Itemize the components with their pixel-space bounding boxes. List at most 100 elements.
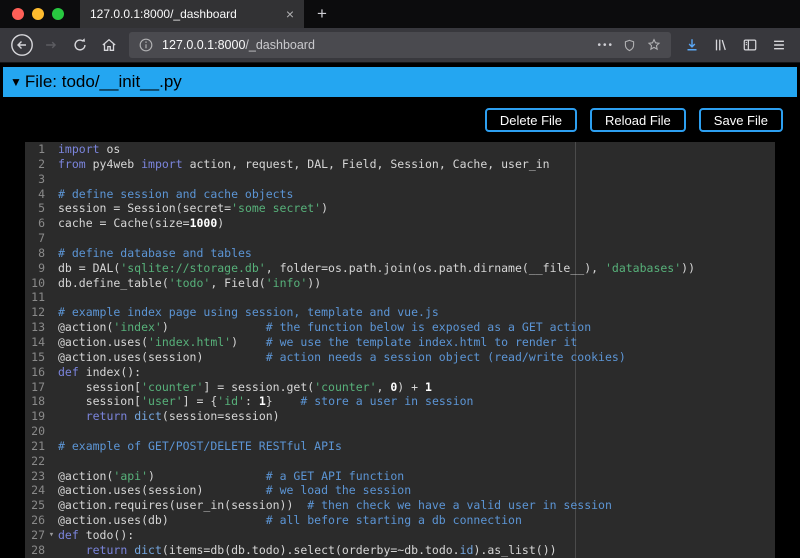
fold-gutter: [45, 335, 58, 350]
code-line[interactable]: 5session = Session(secret='some secret'): [25, 201, 775, 216]
line-number: 28: [25, 543, 45, 558]
code-line[interactable]: 24@action.uses(session) # we load the se…: [25, 483, 775, 498]
file-title: File: todo/__init__.py: [25, 72, 182, 92]
line-number: 7: [25, 231, 45, 246]
url-host: 127.0.0.1:8000: [162, 38, 245, 52]
code-line[interactable]: 18 session['user'] = {'id': 1} # store a…: [25, 394, 775, 409]
code-line[interactable]: 6cache = Cache(size=1000): [25, 216, 775, 231]
code-line[interactable]: 19 return dict(session=session): [25, 409, 775, 424]
code-line[interactable]: 14@action.uses('index.html') # we use th…: [25, 335, 775, 350]
code-line[interactable]: 9db = DAL('sqlite://storage.db', folder=…: [25, 261, 775, 276]
forward-button[interactable]: [36, 31, 65, 59]
downloads-icon[interactable]: [677, 31, 706, 59]
code-line[interactable]: 3: [25, 172, 775, 187]
code-line[interactable]: 27▾def todo():: [25, 528, 775, 543]
tab-close-icon[interactable]: ×: [282, 6, 298, 22]
code-line[interactable]: 8# define database and tables: [25, 246, 775, 261]
fold-gutter: [45, 290, 58, 305]
code-line[interactable]: 2from py4web import action, request, DAL…: [25, 157, 775, 172]
tab-title: 127.0.0.1:8000/_dashboard: [90, 7, 282, 21]
fold-gutter: [45, 513, 58, 528]
file-actions: Delete File Reload File Save File: [17, 108, 783, 132]
page-actions-icon[interactable]: •••: [597, 40, 614, 51]
line-number: 15: [25, 350, 45, 365]
fold-gutter: [45, 305, 58, 320]
code-line[interactable]: 22: [25, 454, 775, 469]
code-text: session['user'] = {'id': 1} # store a us…: [58, 394, 473, 409]
fold-gutter: [45, 172, 58, 187]
close-window-button[interactable]: [12, 8, 24, 20]
code-text: db.define_table('todo', Field('info')): [58, 276, 321, 291]
reload-button[interactable]: [65, 31, 94, 59]
url-bar[interactable]: 127.0.0.1:8000/_dashboard •••: [129, 32, 671, 58]
code-line[interactable]: 20: [25, 424, 775, 439]
code-line[interactable]: 15@action.uses(session) # action needs a…: [25, 350, 775, 365]
code-text: @action.uses(db) # all before starting a…: [58, 513, 522, 528]
library-icon[interactable]: [706, 31, 735, 59]
code-editor[interactable]: 1import os2from py4web import action, re…: [25, 142, 775, 558]
line-number: 14: [25, 335, 45, 350]
tab-bar: 127.0.0.1:8000/_dashboard × +: [0, 0, 800, 28]
window-controls: [0, 0, 80, 28]
save-file-button[interactable]: Save File: [699, 108, 783, 132]
code-line[interactable]: 12# example index page using session, te…: [25, 305, 775, 320]
code-text: @action('api') # a GET API function: [58, 469, 404, 484]
line-number: 13: [25, 320, 45, 335]
fold-gutter: [45, 380, 58, 395]
code-line[interactable]: 7: [25, 231, 775, 246]
reload-file-button[interactable]: Reload File: [590, 108, 686, 132]
line-number: 19: [25, 409, 45, 424]
code-line[interactable]: 26@action.uses(db) # all before starting…: [25, 513, 775, 528]
tracking-shield-icon[interactable]: [622, 38, 637, 53]
bookmark-star-icon[interactable]: [646, 37, 662, 53]
code-text: # example of GET/POST/DELETE RESTful API…: [58, 439, 342, 454]
collapse-triangle-icon[interactable]: ▼: [10, 75, 22, 89]
code-line[interactable]: 21 # example of GET/POST/DELETE RESTful A…: [25, 439, 775, 454]
code-line[interactable]: 25@action.requires(user_in(session)) # t…: [25, 498, 775, 513]
code-text: @action.requires(user_in(session)) # the…: [58, 498, 612, 513]
code-text: # define session and cache objects: [58, 187, 293, 202]
fold-marker-icon[interactable]: ▾: [45, 528, 58, 543]
site-info-icon[interactable]: [138, 37, 154, 53]
fold-gutter: [45, 157, 58, 172]
fold-gutter: [45, 498, 58, 513]
fold-gutter: [45, 320, 58, 335]
code-line[interactable]: 1import os: [25, 142, 775, 157]
code-line[interactable]: 13 @action('index') # the function below …: [25, 320, 775, 335]
home-button[interactable]: [94, 31, 123, 59]
back-button[interactable]: [7, 31, 36, 59]
code-line[interactable]: 11: [25, 290, 775, 305]
code-line[interactable]: 4# define session and cache objects: [25, 187, 775, 202]
line-number: 12: [25, 305, 45, 320]
code-line[interactable]: 17 session['counter'] = session.get('cou…: [25, 380, 775, 395]
line-number: 8: [25, 246, 45, 261]
minimize-window-button[interactable]: [32, 8, 44, 20]
line-number: 11: [25, 290, 45, 305]
file-header-bar[interactable]: ▼ File: todo/__init__.py: [3, 67, 797, 97]
delete-file-button[interactable]: Delete File: [485, 108, 577, 132]
new-tab-button[interactable]: +: [304, 0, 340, 28]
browser-tab[interactable]: 127.0.0.1:8000/_dashboard ×: [80, 0, 304, 28]
fold-gutter: [45, 350, 58, 365]
fold-gutter: [45, 409, 58, 424]
sidebar-toggle-icon[interactable]: [735, 31, 764, 59]
line-number: 16: [25, 365, 45, 380]
app-menu-icon[interactable]: [764, 31, 793, 59]
line-number: 18: [25, 394, 45, 409]
code-line[interactable]: 16def index():: [25, 365, 775, 380]
code-line[interactable]: 28 return dict(items=db(db.todo).select(…: [25, 543, 775, 558]
code-line[interactable]: 23 @action('api') # a GET API function: [25, 469, 775, 484]
line-number: 1: [25, 142, 45, 157]
fold-gutter: [45, 483, 58, 498]
zoom-window-button[interactable]: [52, 8, 64, 20]
code-text: from py4web import action, request, DAL,…: [58, 157, 550, 172]
code-line[interactable]: 10db.define_table('todo', Field('info')): [25, 276, 775, 291]
fold-gutter: [45, 276, 58, 291]
line-number: 21: [25, 439, 45, 454]
line-number: 6: [25, 216, 45, 231]
line-number: 23: [25, 469, 45, 484]
code-text: return dict(session=session): [58, 409, 280, 424]
code-text: return dict(items=db(db.todo).select(ord…: [58, 543, 557, 558]
line-number: 20: [25, 424, 45, 439]
code-text: @action('index') # the function below is…: [58, 320, 591, 335]
